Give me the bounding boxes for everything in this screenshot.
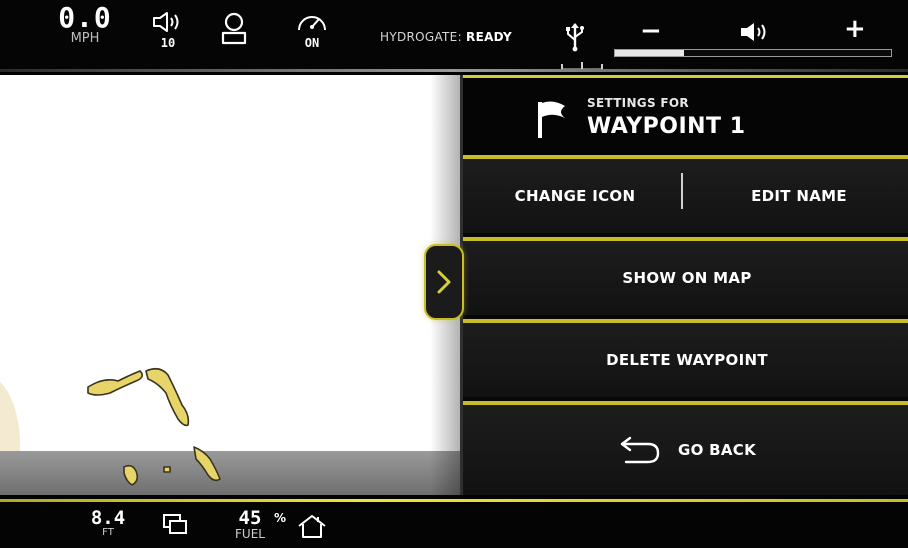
speed-value: 0.0 xyxy=(58,1,112,34)
hydrogate-status: HYDROGATE: READY xyxy=(380,30,512,44)
volume-slider-fill xyxy=(615,50,684,56)
go-back-label: GO BACK xyxy=(677,441,757,459)
change-icon-button[interactable]: CHANGE ICON xyxy=(463,187,687,205)
speed-unit: MPH xyxy=(70,31,100,46)
collapse-panel-button[interactable] xyxy=(424,244,464,320)
flag-icon xyxy=(538,101,565,138)
speaker-outline-icon xyxy=(153,12,179,32)
icon-name-row: CHANGE ICON EDIT NAME xyxy=(463,155,908,233)
delete-waypoint-label: DELETE WAYPOINT xyxy=(606,351,768,369)
island xyxy=(163,466,171,473)
alarm-volume-button[interactable]: 10 xyxy=(146,10,190,50)
alarm-volume-value: 10 xyxy=(160,36,176,50)
panel-subtitle: SETTINGS FOR xyxy=(587,96,689,110)
panel-title: WAYPOINT 1 xyxy=(587,114,746,139)
layers-icon[interactable] xyxy=(162,513,188,535)
delete-waypoint-button[interactable]: DELETE WAYPOINT xyxy=(463,319,908,397)
speed-readout: 0.0 MPH xyxy=(50,4,120,46)
cruise-button[interactable]: ON xyxy=(290,10,334,50)
volume-up-button[interactable]: + xyxy=(844,14,866,44)
user-icon xyxy=(221,12,247,45)
bottom-status-bar: 8.4 FT 45 FUEL % xyxy=(0,495,908,548)
depth-unit: FT xyxy=(102,527,114,538)
waypoint-settings-panel: SETTINGS FOR WAYPOINT 1 CHANGE ICON EDIT… xyxy=(460,75,908,495)
profile-button[interactable] xyxy=(212,12,256,46)
fuel-readout: 45 FUEL xyxy=(228,507,272,541)
go-back-button[interactable]: GO BACK xyxy=(463,401,908,495)
panel-header: SETTINGS FOR WAYPOINT 1 xyxy=(463,75,908,155)
hydrogate-label: HYDROGATE: xyxy=(380,30,462,44)
show-on-map-button[interactable]: SHOW ON MAP xyxy=(463,237,908,315)
volume-down-button[interactable]: − xyxy=(640,16,662,46)
depth-readout: 8.4 FT xyxy=(90,509,126,538)
island xyxy=(145,367,190,427)
row-divider xyxy=(681,173,683,209)
usb-icon xyxy=(566,23,584,52)
fuel-percent-sign: % xyxy=(274,511,287,525)
home-icon[interactable] xyxy=(296,513,328,539)
return-arrow-icon xyxy=(620,436,660,464)
island xyxy=(123,464,139,486)
chevron-right-icon xyxy=(437,270,451,294)
island xyxy=(87,370,144,396)
top-status-bar: 0.0 MPH 10 ON HYDROGATE: READY − + xyxy=(0,0,908,72)
bottom-bar-divider xyxy=(0,499,908,502)
fuel-value: 45 xyxy=(238,507,262,529)
fuel-unit: FUEL xyxy=(235,527,265,541)
show-on-map-label: SHOW ON MAP xyxy=(622,269,752,287)
depth-value: 8.4 xyxy=(90,507,126,529)
hydrogate-value: READY xyxy=(466,30,513,44)
edit-name-button[interactable]: EDIT NAME xyxy=(687,187,908,205)
island xyxy=(193,446,221,482)
cruise-status: ON xyxy=(304,36,320,50)
speedometer-icon xyxy=(298,16,326,31)
speaker-icon xyxy=(741,23,766,41)
volume-slider[interactable] xyxy=(614,49,892,57)
top-bar-divider xyxy=(0,69,908,72)
